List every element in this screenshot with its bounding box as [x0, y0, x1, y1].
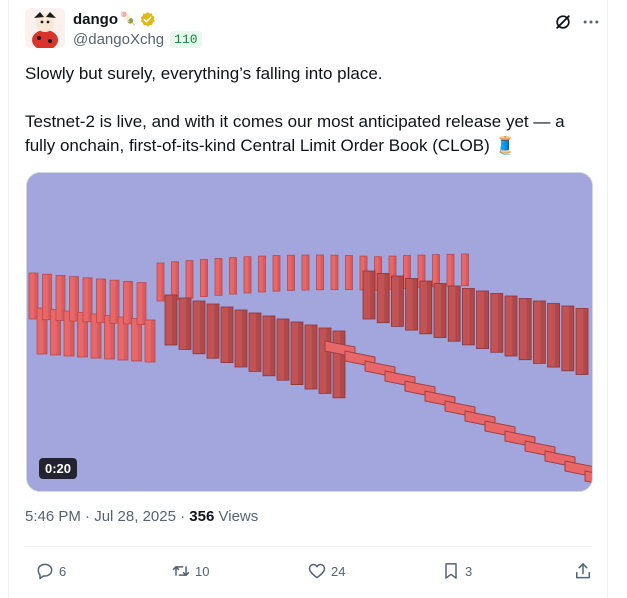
domino	[136, 282, 147, 325]
tweet-card: dango 🍡 @dangoXchg 110 Slowly but surely…	[8, 0, 608, 598]
video-frame	[27, 173, 592, 491]
video-player[interactable]: 0:20	[26, 172, 593, 492]
domino	[301, 254, 310, 291]
domino	[447, 285, 461, 342]
bookmark-count: 3	[465, 563, 473, 579]
domino	[214, 258, 223, 296]
domino	[561, 305, 575, 372]
tweet-text-line1: Slowly but surely, everything’s falling …	[25, 64, 383, 83]
domino	[290, 321, 304, 385]
domino	[144, 319, 156, 363]
domino	[490, 293, 504, 353]
domino	[272, 255, 281, 292]
display-name[interactable]: dango	[73, 11, 118, 28]
tweet-text-para2: Testnet-2 is live, and with it comes our…	[25, 112, 570, 155]
domino	[330, 254, 339, 291]
domino	[234, 309, 248, 368]
domino	[405, 278, 419, 331]
domino	[243, 256, 252, 294]
tweet-header: dango 🍡 @dangoXchg 110	[25, 8, 605, 56]
domino	[262, 315, 276, 377]
domino	[419, 280, 433, 335]
reply-icon	[37, 563, 53, 580]
tweet-time[interactable]: 5:46 PM	[25, 508, 81, 525]
domino	[532, 300, 546, 364]
divider	[25, 546, 592, 547]
repost-count: 10	[195, 563, 210, 579]
bookmark-icon	[445, 563, 457, 579]
avatar[interactable]	[25, 8, 65, 48]
domino	[185, 260, 194, 299]
domino	[200, 259, 208, 298]
share-icon	[576, 563, 590, 579]
verified-badge-icon[interactable]	[139, 11, 156, 28]
like-button[interactable]: 24	[307, 556, 345, 586]
domino	[390, 275, 404, 327]
reply-count: 6	[59, 563, 67, 579]
tweet-text: Slowly but surely, everything’s falling …	[25, 62, 595, 158]
heart-icon	[308, 563, 326, 579]
views-count: 356	[189, 508, 215, 525]
domino	[332, 330, 346, 399]
domino	[461, 288, 475, 346]
domino	[345, 255, 353, 291]
domino	[164, 294, 178, 346]
domino	[206, 303, 220, 359]
views-label: Views	[218, 508, 259, 525]
handle[interactable]: @dangoXchg	[73, 31, 164, 48]
affiliation-badge[interactable]: 110	[170, 31, 202, 48]
domino	[304, 324, 318, 390]
domino	[229, 257, 237, 295]
header-actions	[549, 8, 605, 36]
bookmark-button[interactable]: 3	[441, 556, 472, 586]
domino	[123, 281, 133, 325]
domino	[318, 327, 332, 394]
repost-button[interactable]: 10	[171, 556, 209, 586]
repost-icon	[172, 566, 190, 576]
domino	[171, 261, 179, 300]
domino	[248, 312, 262, 372]
domino	[432, 254, 440, 288]
domino	[376, 273, 390, 324]
domino	[220, 306, 234, 363]
meta-separator: ·	[85, 508, 91, 525]
video-duration: 0:20	[39, 458, 78, 479]
domino	[276, 318, 290, 381]
dango-emoji-icon: 🍡	[120, 11, 137, 26]
domino	[575, 308, 589, 375]
tweet-meta: 5:46 PM · Jul 28, 2025 · 356 Views	[25, 508, 258, 525]
domino	[433, 283, 447, 338]
domino	[504, 295, 518, 357]
domino	[287, 254, 295, 291]
domino	[547, 303, 560, 368]
more-options-icon[interactable]	[577, 8, 605, 36]
domino	[156, 262, 165, 302]
domino	[518, 298, 532, 361]
share-button[interactable]	[573, 556, 597, 586]
action-bar: 6 10 24 3	[25, 556, 592, 586]
domino	[362, 270, 376, 320]
tweet-date[interactable]: Jul 28, 2025	[94, 508, 176, 525]
reply-button[interactable]: 6	[35, 556, 66, 586]
domino	[461, 253, 469, 287]
domino	[192, 300, 206, 355]
domino	[446, 253, 455, 287]
domino	[476, 290, 490, 349]
like-count: 24	[331, 563, 346, 579]
meta-separator-2: ·	[180, 508, 186, 525]
domino	[258, 255, 266, 293]
domino	[316, 254, 324, 291]
author-names: dango 🍡 @dangoXchg 110	[73, 10, 202, 48]
domino	[178, 297, 192, 350]
grok-icon[interactable]	[549, 8, 577, 36]
